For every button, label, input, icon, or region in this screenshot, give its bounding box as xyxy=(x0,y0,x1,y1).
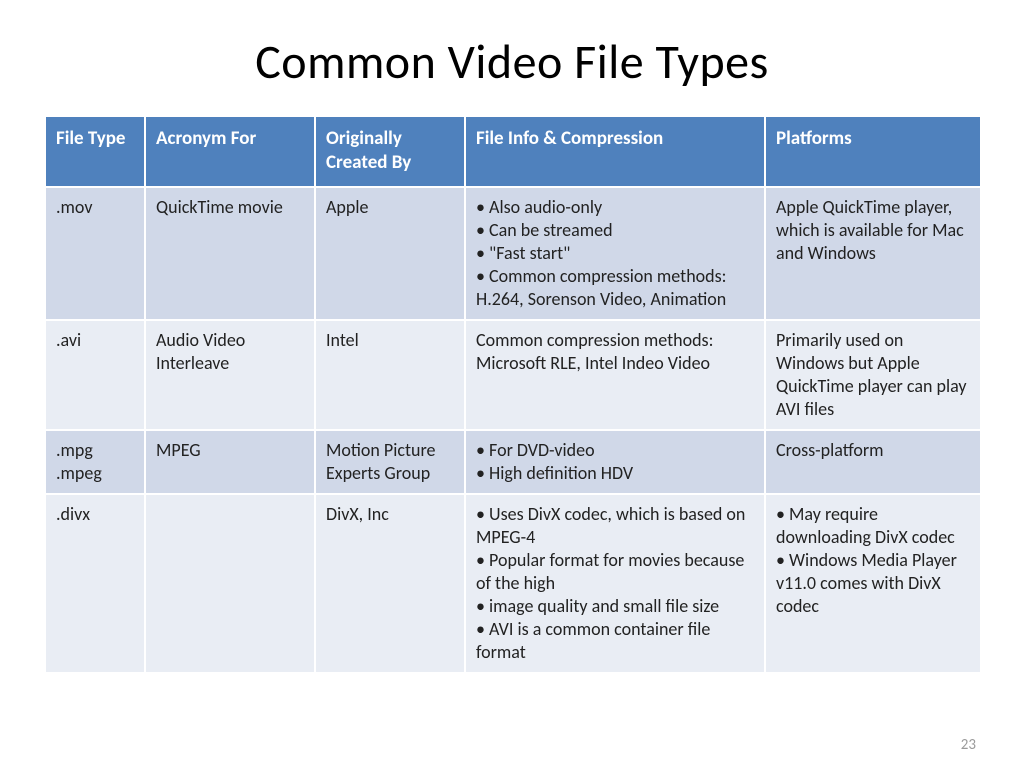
page-number: 23 xyxy=(961,736,976,754)
cell-platforms: Primarily used on Windows but Apple Quic… xyxy=(765,320,981,430)
file-type-line: .avi xyxy=(56,329,134,352)
file-type-line: .mpg xyxy=(56,439,134,462)
slide-title: Common Video File Types xyxy=(44,32,980,91)
cell-file-type: .divx xyxy=(45,494,145,673)
cell-originally: Intel xyxy=(315,320,465,430)
cell-file-type: .mpg.mpeg xyxy=(45,430,145,494)
info-bullet: High definition HDV xyxy=(476,462,754,485)
info-bullet-list: For DVD-videoHigh definition HDV xyxy=(476,439,754,485)
cell-acronym: Audio Video Interleave xyxy=(145,320,315,430)
cell-info: For DVD-videoHigh definition HDV xyxy=(465,430,765,494)
cell-info: Also audio-onlyCan be streamed"Fast star… xyxy=(465,187,765,320)
file-type-line: .mov xyxy=(56,196,134,219)
table-row: .divx DivX, IncUses DivX codec, which is … xyxy=(45,494,981,673)
cell-acronym xyxy=(145,494,315,673)
cell-originally: Apple xyxy=(315,187,465,320)
info-bullet: For DVD-video xyxy=(476,439,754,462)
cell-platforms: Cross-platform xyxy=(765,430,981,494)
col-info: File Info & Compression xyxy=(465,116,765,187)
col-acronym: Acronym For xyxy=(145,116,315,187)
info-bullet-list: Uses DivX codec, which is based on MPEG-… xyxy=(476,503,754,664)
cell-originally: DivX, Inc xyxy=(315,494,465,673)
cell-platforms: Apple QuickTime player, which is availab… xyxy=(765,187,981,320)
info-bullet: Popular format for movies because of the… xyxy=(476,549,754,595)
info-bullet: Uses DivX codec, which is based on MPEG-… xyxy=(476,503,754,549)
cell-file-type: .avi xyxy=(45,320,145,430)
col-platforms: Platforms xyxy=(765,116,981,187)
cell-info: Uses DivX codec, which is based on MPEG-… xyxy=(465,494,765,673)
file-types-table: File Type Acronym For Originally Created… xyxy=(44,115,982,674)
info-bullet-list: Also audio-onlyCan be streamed"Fast star… xyxy=(476,196,754,311)
info-bullet: image quality and small file size xyxy=(476,595,754,618)
cell-acronym: MPEG xyxy=(145,430,315,494)
platforms-bullet-list: May require downloading DivX codecWindow… xyxy=(776,503,970,618)
slide: Common Video File Types File Type Acrony… xyxy=(0,0,1024,768)
cell-file-type: .mov xyxy=(45,187,145,320)
info-bullet: Common compression methods: H.264, Soren… xyxy=(476,265,754,311)
table-row: .mpg.mpegMPEGMotion Picture Experts Grou… xyxy=(45,430,981,494)
col-file-type: File Type xyxy=(45,116,145,187)
info-bullet: Also audio-only xyxy=(476,196,754,219)
info-bullet: "Fast start" xyxy=(476,242,754,265)
cell-originally: Motion Picture Experts Group xyxy=(315,430,465,494)
platforms-bullet: May require downloading DivX codec xyxy=(776,503,970,549)
table-row: .avi Audio Video InterleaveIntelCommon co… xyxy=(45,320,981,430)
file-type-line: .mpeg xyxy=(56,462,134,485)
platforms-bullet: Windows Media Player v11.0 comes with Di… xyxy=(776,549,970,618)
table-row: .movQuickTime movieAppleAlso audio-onlyC… xyxy=(45,187,981,320)
col-originally: Originally Created By xyxy=(315,116,465,187)
cell-info: Common compression methods: Microsoft RL… xyxy=(465,320,765,430)
table-header-row: File Type Acronym For Originally Created… xyxy=(45,116,981,187)
info-bullet: Can be streamed xyxy=(476,219,754,242)
cell-platforms: May require downloading DivX codecWindow… xyxy=(765,494,981,673)
cell-acronym: QuickTime movie xyxy=(145,187,315,320)
file-type-line: .divx xyxy=(56,503,134,526)
table-body: .movQuickTime movieAppleAlso audio-onlyC… xyxy=(45,187,981,674)
info-bullet: AVI is a common container file format xyxy=(476,618,754,664)
